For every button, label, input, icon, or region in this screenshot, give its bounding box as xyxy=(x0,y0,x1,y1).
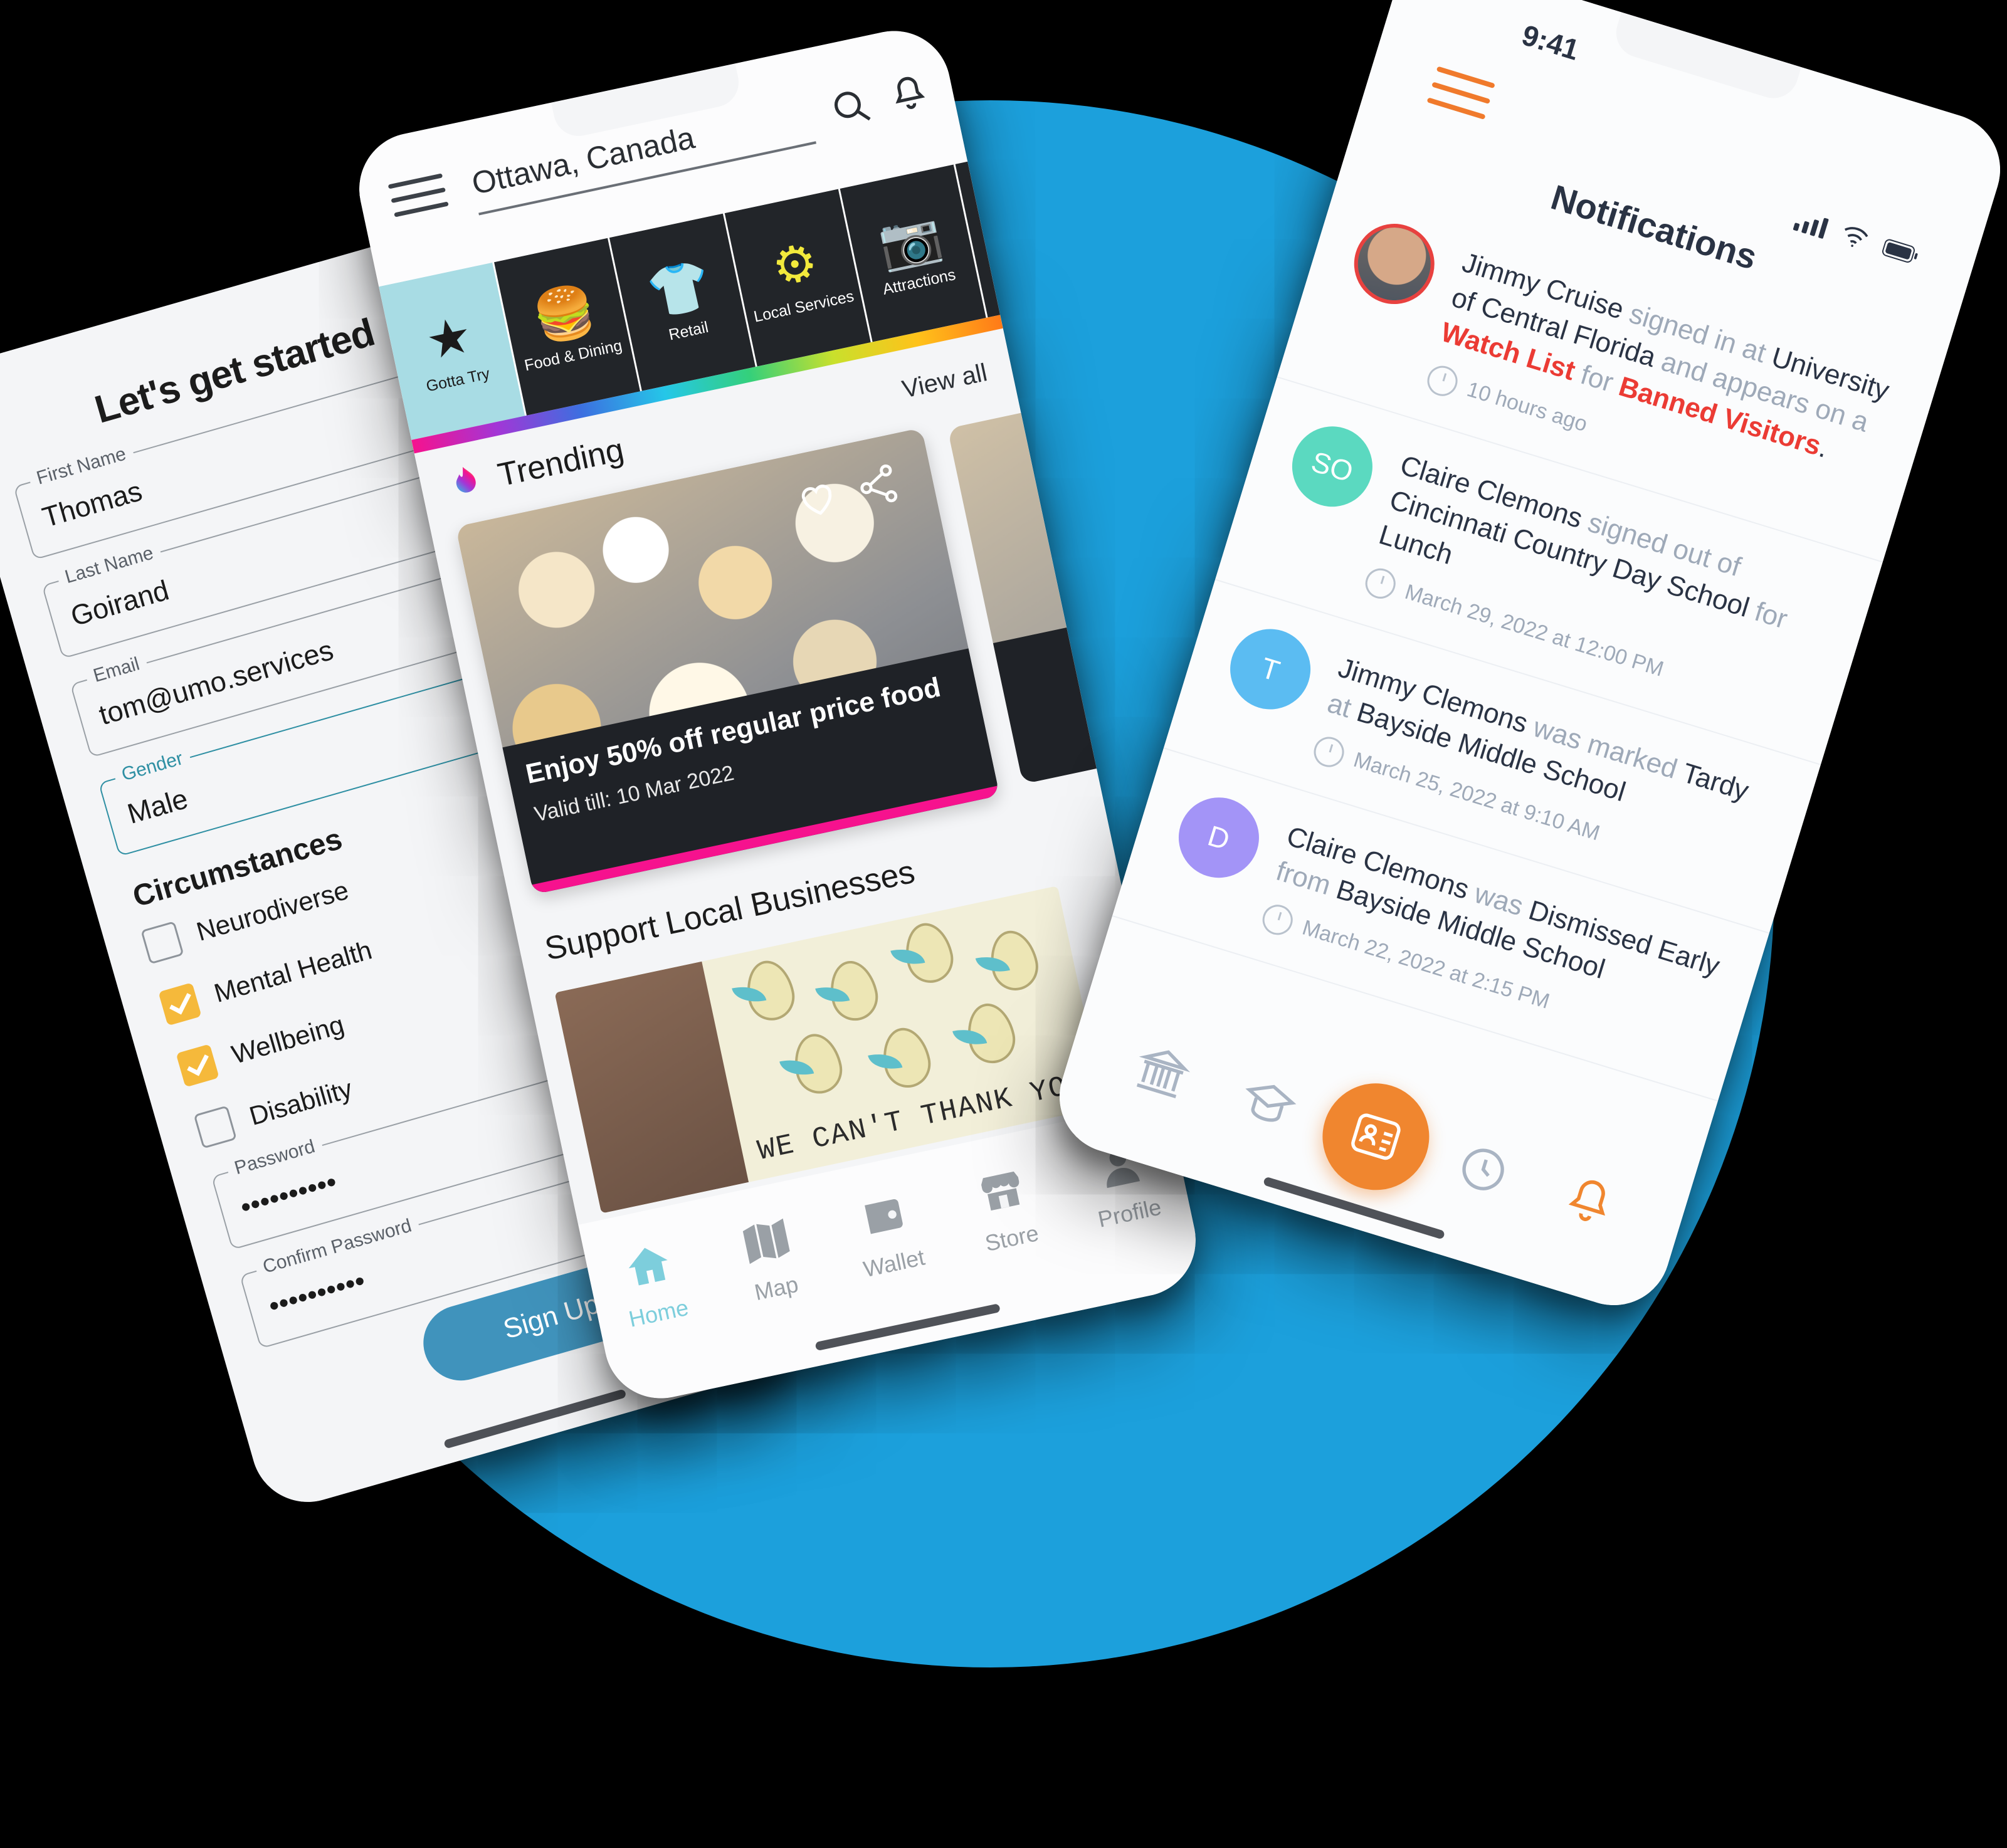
building-icon xyxy=(1136,1050,1190,1098)
view-all-link[interactable]: View all xyxy=(900,359,989,404)
nav-item-badge[interactable] xyxy=(1306,1069,1445,1204)
avatar-initials: T xyxy=(1256,651,1284,688)
nav-label-home: Home xyxy=(626,1294,691,1332)
nav-item-notifications[interactable] xyxy=(1529,1160,1651,1244)
gear-wrench-icon: ⚙ xyxy=(767,232,823,297)
category-label-retail: Retail xyxy=(666,318,710,344)
email-label: Email xyxy=(83,651,150,690)
email-value: tom@umo.services xyxy=(95,633,337,732)
bell-icon[interactable] xyxy=(885,70,934,122)
search-icon[interactable] xyxy=(826,81,877,135)
checkbox-wellbeing[interactable] xyxy=(176,1044,219,1088)
category-label-local-services: Local Services xyxy=(752,287,856,326)
avatar xyxy=(1344,214,1445,314)
phone-notch xyxy=(1609,12,1801,105)
composition-stage: Let's get started First Name Thomas Last… xyxy=(0,0,2007,1848)
tshirt-icon: 👕 xyxy=(643,255,716,323)
wallet-icon xyxy=(865,1199,903,1234)
notif-conn: for xyxy=(1744,594,1791,635)
promo-card[interactable]: Enjoy 50% off regular price food Valid t… xyxy=(455,428,1000,895)
local-business-thumb xyxy=(554,961,749,1214)
map-icon xyxy=(742,1218,790,1264)
home-icon xyxy=(628,1247,668,1286)
avatar-initials: D xyxy=(1204,819,1234,856)
category-label-food-dining: Food & Dining xyxy=(522,336,624,374)
bell-icon xyxy=(1569,1180,1606,1221)
battery-icon xyxy=(1882,239,1918,263)
trending-label: Trending xyxy=(495,431,627,494)
avatar: D xyxy=(1169,787,1269,888)
nav-item-history[interactable] xyxy=(1422,1127,1544,1211)
store-icon xyxy=(981,1171,1020,1211)
wifi-icon xyxy=(1844,227,1868,247)
share-icon[interactable] xyxy=(851,459,904,512)
nav-label-wallet: Wallet xyxy=(861,1244,927,1283)
hamburger-icon[interactable] xyxy=(387,173,451,227)
notif-place: Tardy xyxy=(1678,757,1752,807)
nav-label-map: Map xyxy=(752,1271,801,1306)
checkbox-label-wellbeing: Wellbeing xyxy=(228,1009,347,1070)
clock-icon xyxy=(1423,362,1462,400)
checkbox-label-disability: Disability xyxy=(246,1073,356,1131)
category-label-gotta-try: Gotta Try xyxy=(424,364,492,396)
nav-item-wallet[interactable]: Wallet xyxy=(820,1179,956,1289)
nav-label-store: Store xyxy=(982,1220,1041,1257)
flame-icon xyxy=(456,466,476,493)
clock-icon xyxy=(1361,565,1399,603)
checkbox-label-mental-health: Mental Health xyxy=(211,935,376,1008)
checkbox-disability[interactable] xyxy=(193,1105,237,1149)
fab-button[interactable] xyxy=(1309,1070,1443,1204)
gender-label: Gender xyxy=(112,745,193,788)
star-icon: ★ xyxy=(421,305,477,370)
avatar: T xyxy=(1220,619,1320,720)
notif-conn-2: for xyxy=(1569,357,1625,401)
nav-item-home[interactable]: Home xyxy=(584,1229,720,1339)
clock-icon xyxy=(1310,733,1348,771)
nav-item-campus[interactable] xyxy=(1101,1029,1223,1113)
graduation-cap-icon xyxy=(1245,1084,1297,1122)
clock-icon xyxy=(1258,901,1297,939)
camera-icon: 📷 xyxy=(873,206,947,274)
heart-icon[interactable] xyxy=(791,472,844,525)
gender-value: Male xyxy=(124,782,192,830)
status-bar-time: 9:41 xyxy=(1518,18,1583,66)
id-badge-icon xyxy=(1351,1113,1401,1160)
checkbox-neurodiverse[interactable] xyxy=(140,921,184,965)
clock-icon xyxy=(1462,1148,1504,1190)
nav-item-students[interactable] xyxy=(1208,1062,1330,1146)
avatar: SO xyxy=(1282,416,1383,517)
signal-icon xyxy=(1793,209,1829,239)
avatar-initials: SO xyxy=(1307,444,1357,489)
nav-item-map[interactable]: Map xyxy=(702,1204,838,1314)
checkbox-mental-health[interactable] xyxy=(158,982,202,1026)
hamburger-icon[interactable] xyxy=(1423,66,1495,131)
burger-icon: 🍔 xyxy=(527,279,601,347)
nav-label-profile: Profile xyxy=(1095,1194,1164,1232)
nav-item-store[interactable]: Store xyxy=(938,1154,1073,1264)
